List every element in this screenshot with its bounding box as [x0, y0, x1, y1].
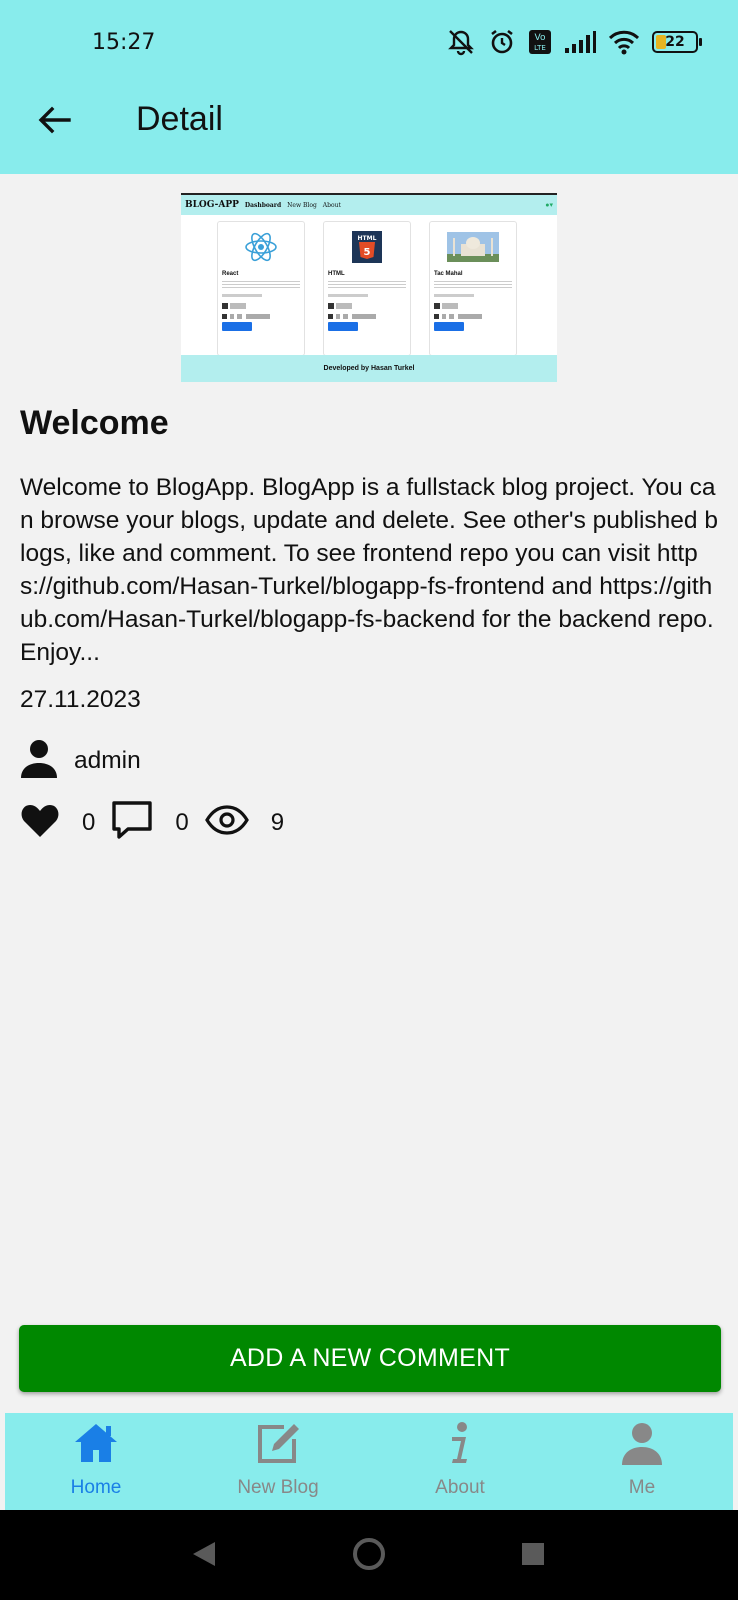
status-time: 15:27: [92, 30, 156, 55]
preview-footer: Developed by Hasan Turkel: [181, 355, 557, 382]
person-icon: [20, 738, 58, 783]
preview-brand: BLOG-APP: [185, 200, 239, 210]
preview-card-title: React: [222, 271, 239, 277]
home-icon: [72, 1421, 120, 1470]
author-row: admin: [20, 738, 141, 783]
comment-icon[interactable]: [111, 800, 153, 845]
preview-link-newblog: New Blog: [287, 201, 317, 209]
volte-icon: Vo LTE: [528, 29, 552, 55]
preview-card: HTML 5 HTML: [323, 221, 411, 356]
post-title: Welcome: [20, 404, 169, 442]
page-title: Detail: [136, 100, 223, 138]
post-content: Welcome to BlogApp. BlogApp is a fullsta…: [20, 474, 718, 666]
svg-text:HTML: HTML: [358, 235, 377, 242]
preview-card: Tac Mahal: [429, 221, 517, 356]
post-date: 27.11.2023: [20, 686, 141, 713]
svg-text:LTE: LTE: [534, 44, 546, 52]
tab-about[interactable]: About: [369, 1413, 551, 1510]
html5-logo-icon: HTML 5: [328, 226, 406, 268]
tab-home-label: Home: [70, 1477, 122, 1498]
preview-card: React: [217, 221, 305, 356]
circle-home-icon: [351, 1536, 387, 1577]
person-icon: [620, 1421, 664, 1470]
info-icon: [440, 1421, 480, 1470]
preview-link-dashboard: Dashboard: [244, 201, 282, 209]
author-name: admin: [74, 746, 141, 774]
preview-user-icon: ●▾: [545, 202, 553, 209]
comments-count: 0: [175, 808, 189, 836]
wifi-icon: [608, 29, 640, 55]
tab-new-blog[interactable]: New Blog: [187, 1413, 369, 1510]
preview-card-title: Tac Mahal: [434, 271, 463, 277]
eye-icon: [204, 805, 249, 840]
add-comment-button[interactable]: ADD A NEW COMMENT: [19, 1325, 721, 1392]
views-count: 9: [270, 808, 285, 836]
post-stats: 0 0 9: [20, 800, 300, 845]
back-button[interactable]: [30, 98, 78, 146]
system-navigation-bar: [0, 1510, 738, 1600]
signal-icon: [564, 30, 596, 54]
battery-level: 22: [665, 34, 685, 50]
preview-cards: React HTML 5 HTML Tac Mahal: [181, 215, 557, 356]
status-icons: Vo LTE 22: [446, 26, 702, 58]
preview-card-title: HTML: [328, 271, 345, 277]
tab-new-blog-label: New Blog: [237, 1477, 319, 1498]
system-back-button[interactable]: [182, 1534, 226, 1578]
tab-home[interactable]: Home: [5, 1413, 187, 1510]
app-header: 15:27 Vo LTE 22 Detail: [0, 0, 738, 174]
bottom-navigation: Home New Blog About Me: [5, 1413, 733, 1510]
heart-icon[interactable]: [20, 802, 60, 843]
arrow-left-icon: [36, 102, 72, 143]
blog-image: BLOG-APP Dashboard New Blog About ●▾ Rea…: [181, 193, 557, 382]
svg-text:5: 5: [364, 247, 371, 258]
taj-mahal-photo: [434, 226, 512, 268]
likes-count: 0: [82, 808, 96, 836]
tab-me-label: Me: [628, 1477, 656, 1498]
svg-text:Vo: Vo: [535, 33, 546, 43]
square-recents-icon: [521, 1542, 545, 1571]
tab-me[interactable]: Me: [551, 1413, 733, 1510]
muted-alarm-icon: [446, 27, 476, 57]
system-home-button[interactable]: [347, 1534, 391, 1578]
preview-link-about: About: [322, 201, 341, 209]
system-recents-button[interactable]: [511, 1534, 555, 1578]
preview-navbar: BLOG-APP Dashboard New Blog About ●▾: [181, 195, 557, 215]
alarm-icon: [488, 28, 516, 56]
triangle-back-icon: [191, 1540, 217, 1573]
edit-icon: [254, 1421, 302, 1470]
react-logo-icon: [222, 226, 300, 268]
battery-icon: 22: [652, 31, 702, 53]
tab-about-label: About: [435, 1477, 485, 1498]
